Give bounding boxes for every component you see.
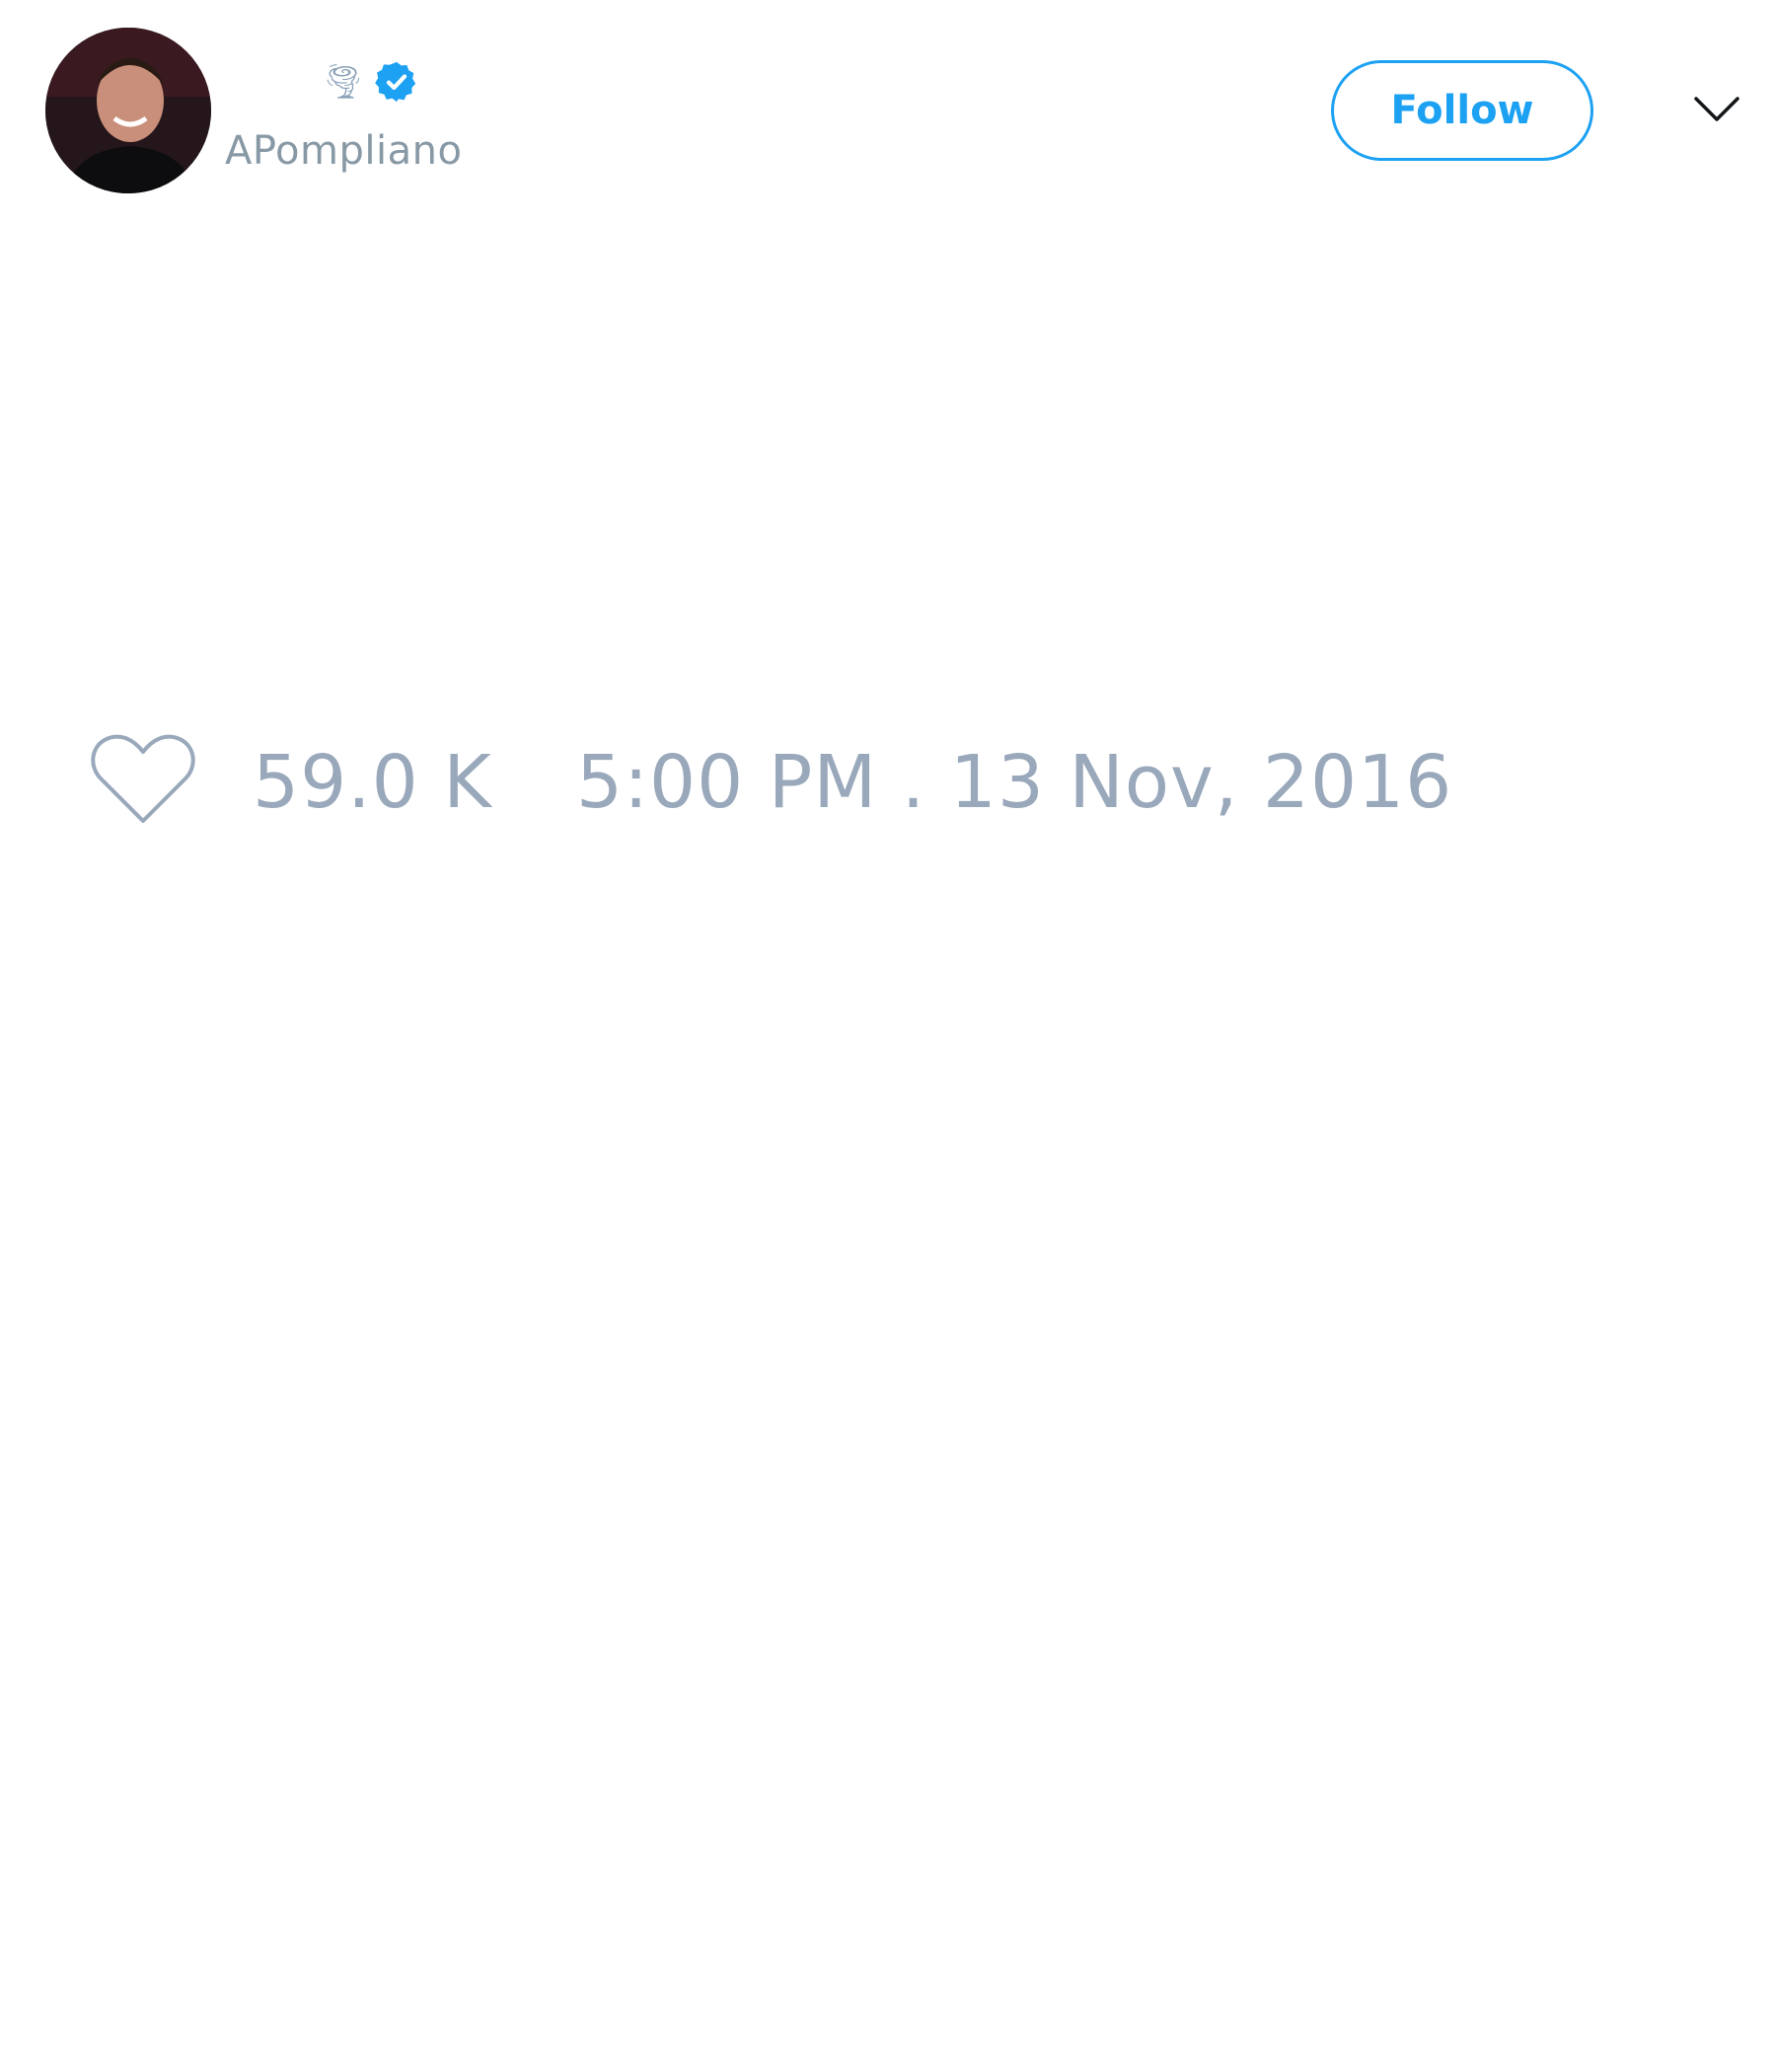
tweet-stats-row: 59.0 K 5:00 PM . 13 Nov, 2016 — [0, 720, 1776, 839]
chevron-down-icon[interactable] — [1693, 95, 1740, 124]
verified-badge-icon — [374, 59, 419, 105]
tornado-emoji: 🌪 — [322, 62, 365, 102]
author-name-row: 🌪 — [322, 57, 419, 107]
heart-icon[interactable] — [89, 732, 197, 827]
author-handle[interactable]: APompliano — [225, 126, 462, 176]
follow-button[interactable]: Follow — [1331, 60, 1593, 161]
like-count: 59.0 K — [253, 740, 492, 825]
tweet-timestamp[interactable]: 5:00 PM . 13 Nov, 2016 — [576, 738, 1452, 827]
avatar-photo — [45, 28, 211, 193]
avatar[interactable] — [45, 28, 211, 193]
tweet-header: 🌪 APompliano Follow — [0, 0, 1776, 227]
